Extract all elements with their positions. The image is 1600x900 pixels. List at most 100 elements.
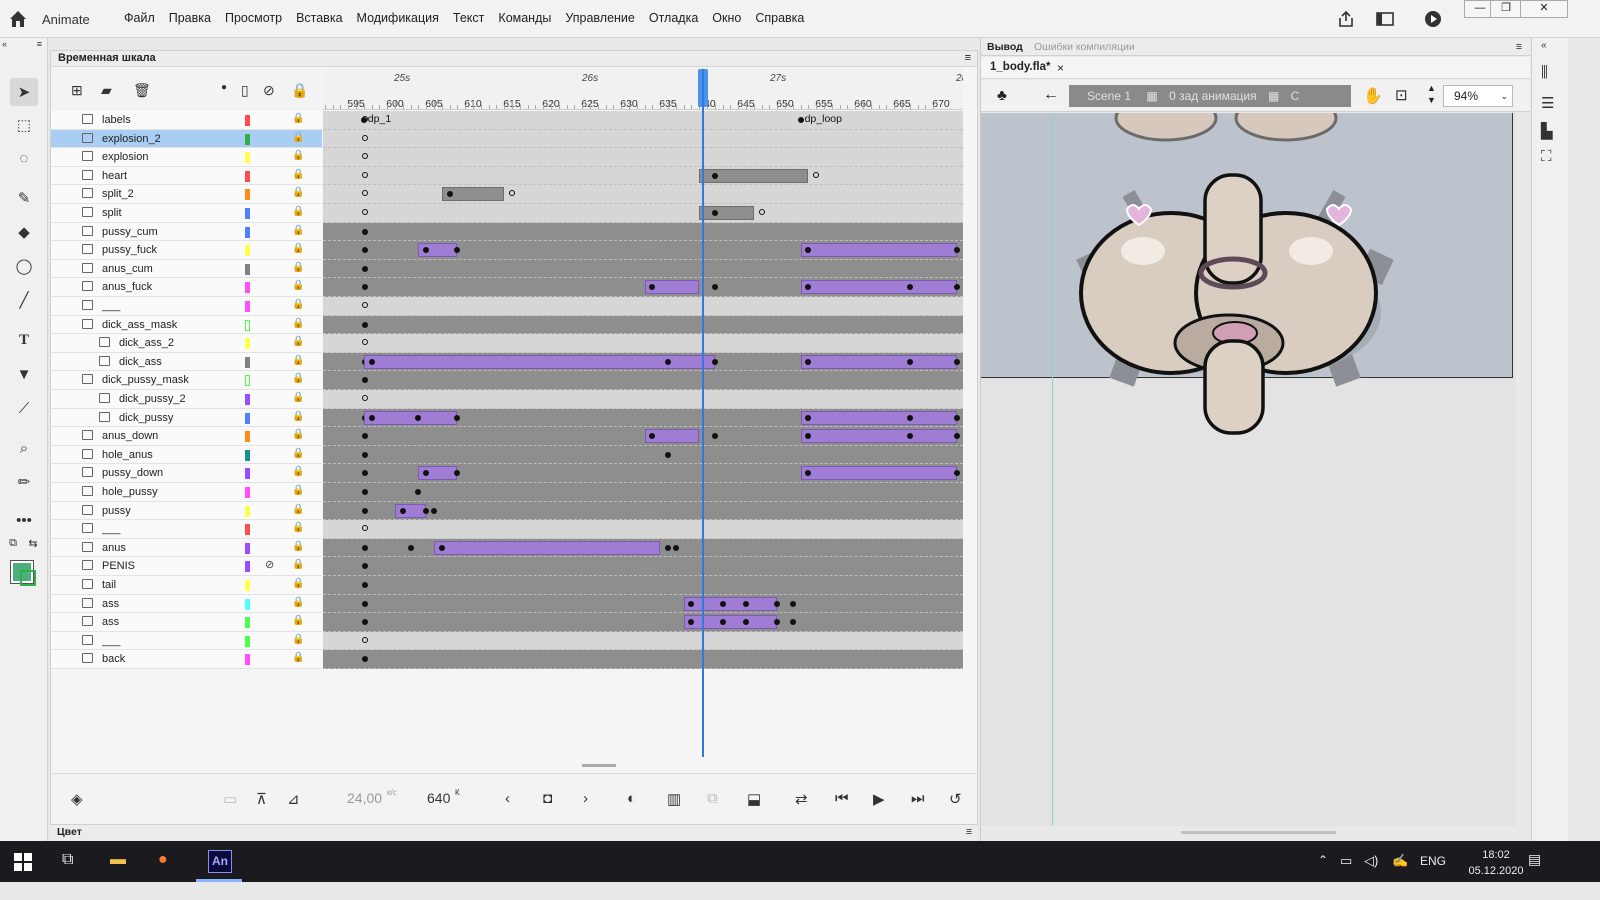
layer-color-swatch[interactable] [245,561,250,573]
layer-row[interactable]: explosion_2 🔒 [51,129,322,149]
lock-icon[interactable]: 🔒 [292,466,304,477]
keyframe[interactable] [789,600,796,607]
more-tools-icon[interactable]: ••• [10,506,38,534]
keyframe[interactable] [361,377,368,384]
frame-row[interactable] [323,594,963,614]
frame-row[interactable] [323,557,963,576]
layer-color-swatch[interactable] [245,263,250,275]
menu-help[interactable]: Справка [755,11,804,25]
layer-color-swatch[interactable] [245,245,250,257]
playhead-line[interactable] [702,69,704,757]
layer-color-swatch[interactable] [245,301,250,312]
network-icon[interactable]: ▭ [1340,853,1352,869]
layer-name[interactable]: PENIS [102,560,135,572]
prev-keyframe-icon[interactable]: ‹ [505,790,510,807]
layer-row[interactable]: pussy_down 🔒 [51,464,322,483]
layer-color-swatch[interactable] [245,338,250,350]
layer-name[interactable]: back [102,653,125,665]
keyframe[interactable] [774,600,781,607]
free-transform-tool-icon[interactable]: ⬚ [10,111,38,139]
layer-row[interactable]: anus_down 🔒 [51,427,322,446]
keyframe[interactable] [360,117,367,123]
keyframe[interactable] [789,619,796,626]
lock-icon[interactable]: 🔒 [292,187,304,198]
lock-icon[interactable]: 🔒 [292,280,304,291]
keyframe[interactable] [361,451,368,458]
delete-layer-icon[interactable]: 🗑 [133,82,151,99]
layer-name[interactable]: ___ [102,523,120,535]
frame-grid[interactable]: dp_1 dp_loop [323,111,963,671]
align-icon[interactable]: ▙ [1541,122,1553,140]
lock-icon[interactable]: 🔒 [292,429,304,440]
layer-name[interactable]: ass [102,616,119,628]
layer-name[interactable]: dick_pussy_mask [102,374,189,386]
layer-color-swatch[interactable] [245,468,250,480]
lock-icon[interactable]: 🔒 [292,373,304,384]
empty-keyframe[interactable] [361,190,368,197]
layer-row[interactable]: ass 🔒 [51,613,322,632]
frame-row[interactable] [323,352,963,372]
keyframe[interactable] [711,172,718,179]
layer-row[interactable]: pussy 🔒 [51,501,322,521]
clip-stage-icon[interactable]: ⊡ [1395,86,1408,104]
workspace-icon[interactable] [1375,9,1395,29]
layer-color-swatch[interactable] [245,635,250,647]
lock-icon[interactable]: 🔒 [292,504,304,515]
layer-name[interactable]: hole_anus [102,449,153,461]
layer-color-swatch[interactable] [245,654,250,666]
hand-tool-icon[interactable]: ✋ [1363,86,1383,106]
menu-view[interactable]: Просмотр [225,11,282,25]
keyframe[interactable] [454,470,461,477]
frame-row[interactable] [323,166,963,186]
lock-icon[interactable]: 🔒 [292,559,304,570]
layer-row[interactable]: dick_pussy_2 🔒 [51,390,322,409]
motion-tween[interactable] [434,540,661,555]
onion-skin-icon[interactable]: ◐ [627,790,636,807]
panel-menu-icon[interactable]: ≡ [37,39,42,49]
lock-icon[interactable]: 🔒 [292,597,304,608]
keyframe[interactable] [953,358,960,365]
keyframe[interactable] [665,451,671,458]
layer-row[interactable]: pussy_cum 🔒 [51,222,322,242]
frame-row[interactable] [323,501,963,521]
collapse-icon[interactable]: « [2,39,7,49]
motion-tween[interactable] [363,410,458,425]
menu-edit[interactable]: Правка [169,11,211,25]
keyframe[interactable] [906,433,913,440]
keyframe[interactable] [361,489,368,495]
empty-keyframe[interactable] [509,190,515,197]
layer-row[interactable]: dick_pussy_mask 🔒 [51,371,322,390]
keyframe[interactable] [953,414,960,421]
keyframe[interactable] [454,414,461,421]
oval-tool-icon[interactable]: ◯ [10,252,38,280]
layer-row[interactable]: labels 🔒 [51,111,322,130]
layer-name[interactable]: ___ [102,300,120,312]
keyframe[interactable] [711,210,718,216]
menu-window[interactable]: Окно [712,11,741,25]
lock-icon[interactable]: 🔒 [292,169,304,180]
paint-bucket-tool-icon[interactable]: ▼ [10,360,38,388]
keyframe[interactable] [423,507,430,514]
lock-icon[interactable]: 🔒 [292,485,304,496]
lock-icon[interactable]: 🔒 [292,634,304,645]
lock-icon[interactable]: 🔒 [292,392,304,403]
stroke-color-swatch[interactable] [20,570,36,586]
lock-icon[interactable]: 🔒 [292,299,304,310]
notifications-icon[interactable]: ▤ [1528,851,1541,868]
layer-row[interactable]: split 🔒 [51,204,322,223]
center-frame-icon[interactable]: ⬓ [747,790,761,808]
motion-tween[interactable] [800,243,957,258]
frame-row[interactable] [323,631,963,651]
frame-ruler[interactable]: 5956006056106156206256306356406456506556… [323,68,963,110]
lock-icon[interactable]: 🔒 [292,150,304,161]
layer-name[interactable]: dick_ass_2 [119,337,174,349]
properties-icon[interactable]: ☰ [1541,94,1554,112]
character-artwork[interactable] [981,113,1513,443]
layer-row[interactable]: PENIS ⊘ 🔒 [51,557,322,576]
layer-name[interactable]: dick_pussy [119,412,173,424]
swap-colors-icon[interactable]: ⇆ [24,534,42,552]
frame-row[interactable] [323,129,963,149]
layer-row[interactable]: hole_anus 🔒 [51,445,322,465]
keyframe[interactable] [953,247,960,254]
lock-icon[interactable]: 🔒 [292,132,304,143]
